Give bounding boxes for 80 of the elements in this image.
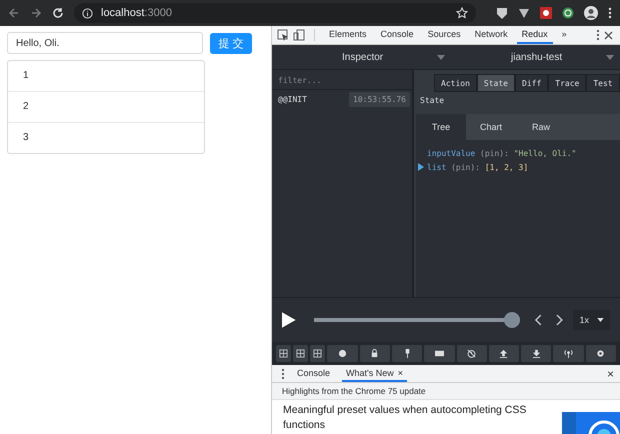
target-icon[interactable] — [562, 7, 574, 19]
toolbar-button[interactable] — [456, 345, 487, 362]
tree-entry: inputValue (pin): "Hello, Oli." — [427, 148, 576, 158]
action-time: 10:53:55.76 — [349, 92, 410, 106]
format-tab[interactable]: Raw — [516, 114, 566, 140]
download-icon — [532, 349, 541, 358]
info-icon — [82, 8, 93, 18]
more-icon[interactable] — [596, 29, 600, 41]
view-tab[interactable]: Action — [434, 74, 477, 92]
text-input[interactable]: Hello, Oli. — [7, 32, 203, 54]
keyboard-icon — [434, 349, 444, 358]
devtools-tab[interactable]: Network — [470, 26, 513, 44]
grid-icon — [296, 349, 306, 358]
more-icon[interactable] — [281, 368, 285, 380]
expand-icon[interactable] — [418, 163, 424, 171]
toolbar-button[interactable] — [310, 345, 326, 362]
gear-icon — [596, 349, 606, 358]
article-title[interactable]: Meaningful preset values when autocompleting CSS functions — [283, 403, 560, 433]
pin-icon — [402, 349, 412, 358]
drawer-tab[interactable]: Console — [293, 365, 334, 382]
format-tab[interactable]: Tree — [416, 114, 466, 140]
close-icon[interactable] — [604, 30, 613, 40]
device-icon[interactable] — [293, 29, 305, 41]
grid-icon — [279, 349, 288, 358]
tree-entry: list (pin): [1, 2, 3] — [427, 162, 528, 172]
caret-icon — [597, 318, 604, 322]
inspect-icon[interactable] — [277, 29, 289, 41]
antenna-icon — [564, 349, 574, 358]
star-icon[interactable] — [456, 7, 468, 19]
list-item: 2 — [8, 91, 204, 122]
chevron-icon[interactable] — [518, 7, 530, 19]
toolbar-button[interactable] — [424, 345, 455, 362]
toolbar-button[interactable] — [488, 345, 520, 362]
section-title: State — [419, 95, 446, 107]
view-tab[interactable]: Trace — [548, 74, 586, 92]
speed-select[interactable]: 1x — [573, 310, 610, 330]
toolbar-button[interactable] — [586, 345, 616, 362]
toolbar-button[interactable] — [553, 345, 584, 362]
address-text: localhost:3000 — [101, 7, 172, 19]
monitor-select[interactable]: Inspector — [272, 45, 451, 69]
action-row[interactable]: @@INIT 10:53:55.76 — [272, 90, 412, 108]
view-tab[interactable]: Diff — [515, 74, 548, 92]
record-icon — [338, 349, 348, 358]
devtools-tab[interactable]: Console — [376, 26, 419, 44]
toolbar-button[interactable] — [521, 345, 552, 362]
devtools-tab[interactable]: Sources — [422, 26, 466, 44]
timer-icon — [467, 349, 476, 358]
address-bar[interactable]: localhost:3000 — [74, 3, 476, 23]
lock-icon — [370, 349, 380, 358]
caret-icon — [437, 54, 445, 60]
close-button[interactable]: × — [606, 366, 614, 380]
toolbar-button[interactable] — [360, 345, 390, 362]
back-icon[interactable] — [8, 7, 20, 19]
format-tab[interactable]: Chart — [466, 114, 516, 140]
list-item: 3 — [8, 122, 204, 153]
next-icon[interactable] — [556, 314, 564, 326]
shield-icon[interactable] — [496, 6, 508, 20]
caret-icon — [606, 54, 614, 60]
toolbar-button[interactable] — [327, 345, 358, 362]
view-tab[interactable]: Test — [586, 74, 620, 92]
highlights-text: Highlights from the Chrome 75 update — [282, 386, 426, 396]
forward-icon[interactable] — [30, 7, 42, 19]
view-tab[interactable]: State — [476, 74, 515, 92]
toolbar-button[interactable] — [276, 345, 292, 362]
action-name: @@INIT — [278, 94, 307, 104]
toolbar-button[interactable] — [293, 345, 308, 362]
upload-icon — [499, 349, 508, 358]
toolbar-button[interactable] — [392, 345, 422, 362]
instance-select[interactable]: jianshu-test — [451, 45, 620, 69]
slider-thumb[interactable] — [504, 312, 520, 328]
menu-icon[interactable] — [608, 7, 612, 19]
previous-icon[interactable] — [534, 314, 542, 326]
devtools-tab[interactable]: Elements — [324, 26, 372, 44]
extension-icon[interactable] — [540, 7, 552, 19]
play-icon[interactable] — [282, 312, 296, 328]
grid-icon — [313, 349, 322, 358]
reload-icon[interactable] — [52, 7, 64, 19]
list-item: 1 — [22, 69, 30, 83]
avatar-icon[interactable] — [584, 6, 598, 20]
more-tabs-button[interactable]: » — [556, 26, 572, 44]
